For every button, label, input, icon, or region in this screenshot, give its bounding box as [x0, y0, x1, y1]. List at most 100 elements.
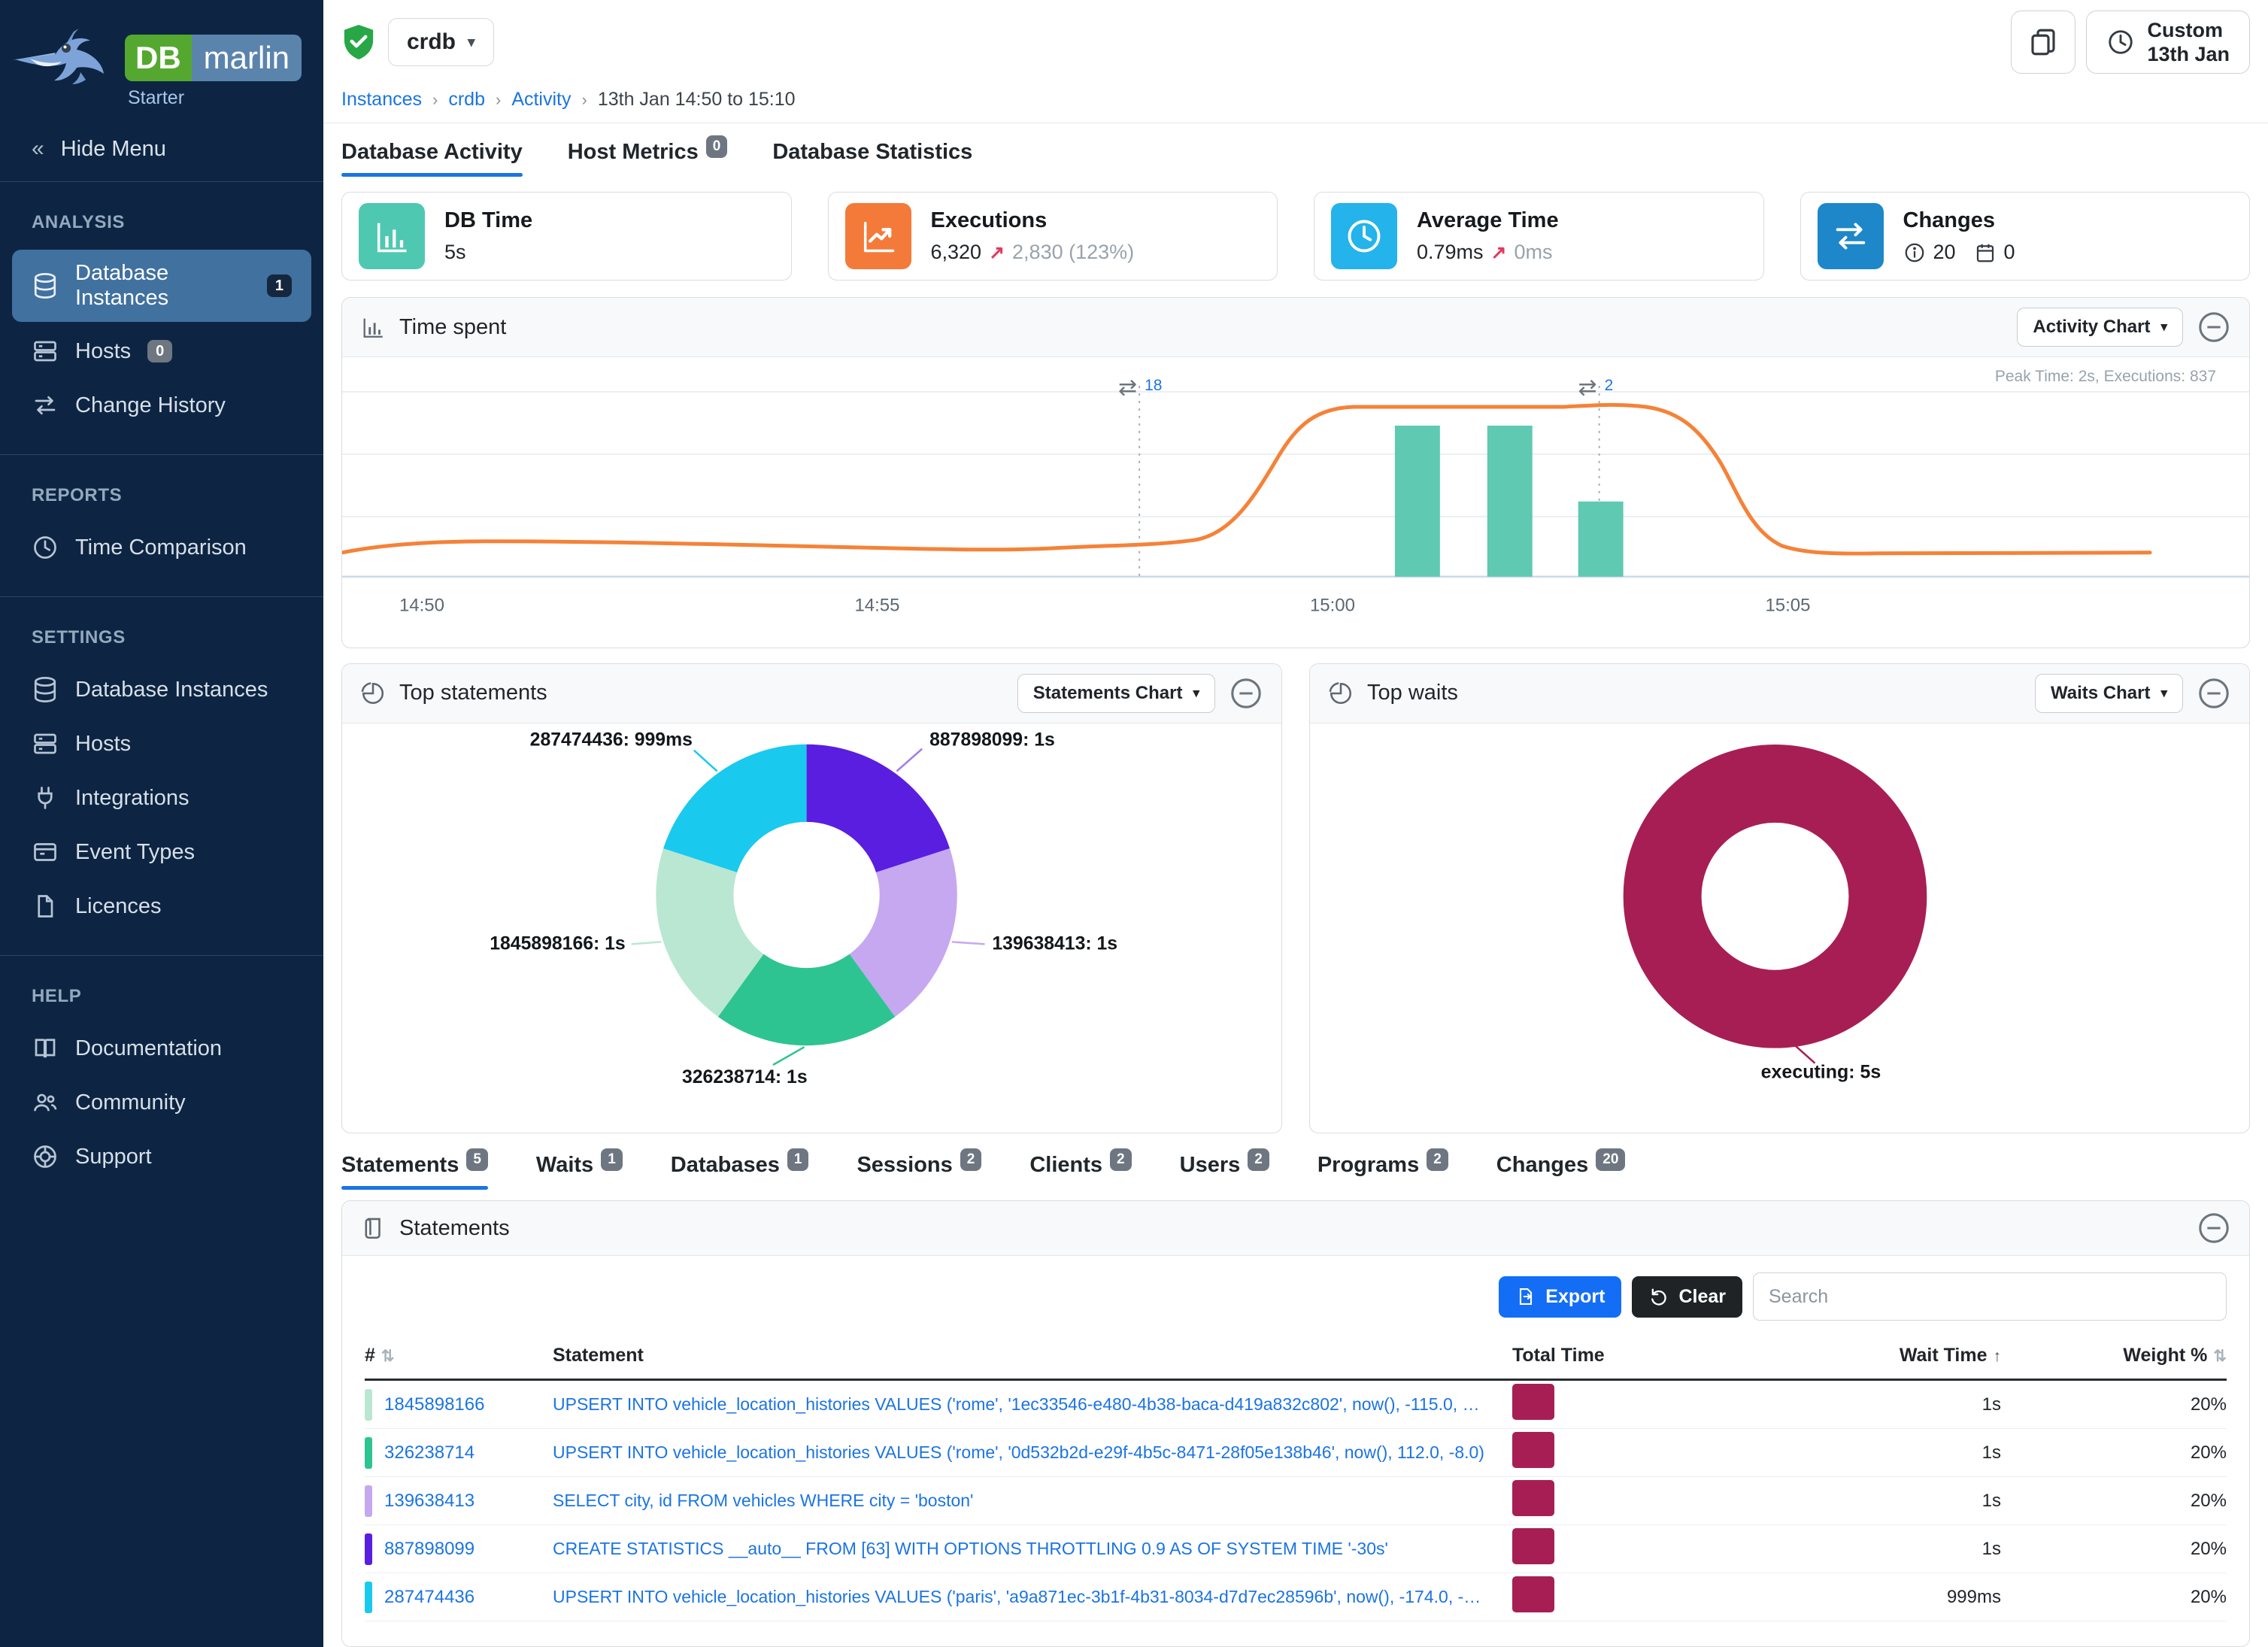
- breadcrumb-instances[interactable]: Instances: [341, 89, 422, 111]
- sidebar-item-licences[interactable]: Licences: [12, 881, 311, 931]
- statement-link[interactable]: UPSERT INTO vehicle_location_histories V…: [553, 1587, 1512, 1607]
- top-header: crdb ▾ Custom 13th Jan Instances ›: [323, 0, 2268, 123]
- col-header-weight[interactable]: Weight %⇅: [2001, 1345, 2227, 1366]
- clock-icon: [2106, 28, 2135, 56]
- people-icon: [32, 1089, 59, 1116]
- weight-value: 20%: [2001, 1394, 2227, 1415]
- tab-label: Clients: [1029, 1153, 1102, 1178]
- statement-link[interactable]: SELECT city, id FROM vehicles WHERE city…: [553, 1491, 1512, 1511]
- statement-id-link[interactable]: 1845898166: [384, 1394, 484, 1415]
- waits-chart-select[interactable]: Waits Chart ▾: [2035, 674, 2183, 713]
- wait-time-value: 999ms: [1648, 1587, 2001, 1608]
- statement-id-link[interactable]: 326238714: [384, 1442, 475, 1463]
- panel-title: Top waits: [1367, 681, 1458, 705]
- tab-label: Databases: [671, 1153, 780, 1178]
- marlin-fish-icon: [8, 18, 120, 96]
- change-marker-count[interactable]: 2: [1605, 377, 1614, 394]
- chevron-down-icon: ▾: [1193, 686, 1199, 701]
- server-icon: [32, 730, 59, 757]
- statement-id-link[interactable]: 887898099: [384, 1539, 475, 1560]
- table-row: 1845898166 UPSERT INTO vehicle_location_…: [365, 1381, 2227, 1429]
- breadcrumb-instance[interactable]: crdb: [448, 89, 485, 111]
- weight-value: 20%: [2001, 1587, 2227, 1608]
- sidebar-item-label: Community: [75, 1090, 186, 1115]
- collapse-panel-icon[interactable]: [2197, 676, 2231, 711]
- tab-changes[interactable]: Changes 20: [1496, 1153, 1626, 1190]
- tab-database-statistics[interactable]: Database Statistics: [772, 140, 972, 177]
- export-label: Export: [1545, 1286, 1605, 1308]
- sidebar-item-database-instances[interactable]: Database Instances 1: [12, 250, 311, 322]
- sidebar-item-community[interactable]: Community: [12, 1078, 311, 1127]
- tab-label: Users: [1180, 1153, 1241, 1178]
- tab-statements[interactable]: Statements 5: [341, 1153, 488, 1190]
- statements-chart-select[interactable]: Statements Chart ▾: [1017, 674, 1215, 713]
- statement-id-link[interactable]: 139638413: [384, 1491, 475, 1512]
- tab-databases[interactable]: Databases 1: [671, 1153, 809, 1190]
- hide-menu-button[interactable]: « Hide Menu: [0, 117, 323, 181]
- kpi-title: Executions: [931, 208, 1135, 233]
- activity-bar[interactable]: [1395, 426, 1440, 577]
- tab-users[interactable]: Users 2: [1180, 1153, 1269, 1190]
- statement-link[interactable]: CREATE STATISTICS __auto__ FROM [63] WIT…: [553, 1539, 1512, 1559]
- sidebar-item-documentation[interactable]: Documentation: [12, 1024, 311, 1073]
- main-tabs: Database Activity Host Metrics 0 Databas…: [323, 123, 2268, 177]
- sidebar-item-hosts[interactable]: Hosts 0: [12, 326, 311, 376]
- time-range-button[interactable]: Custom 13th Jan: [2086, 11, 2250, 74]
- sidebar-item-settings-hosts[interactable]: Hosts: [12, 719, 311, 769]
- instance-selector[interactable]: crdb ▾: [388, 18, 494, 66]
- donut-panels-row: Top statements Statements Chart ▾: [341, 663, 2250, 1134]
- calendar-icon: [1974, 241, 1997, 264]
- copy-link-button[interactable]: [2011, 11, 2075, 74]
- search-input[interactable]: [1753, 1272, 2227, 1321]
- clear-button[interactable]: Clear: [1632, 1276, 1742, 1318]
- collapse-panel-icon[interactable]: [2197, 310, 2231, 344]
- col-header-wait-time[interactable]: Wait Time↑: [1648, 1345, 2001, 1366]
- table-toolbar: Export Clear: [342, 1256, 2249, 1327]
- weight-value: 20%: [2001, 1442, 2227, 1463]
- sidebar-item-event-types[interactable]: Event Types: [12, 827, 311, 877]
- kpi-delta: 0ms: [1515, 241, 1553, 264]
- activity-bar[interactable]: [1487, 426, 1533, 577]
- donut-slice-executing[interactable]: [1663, 783, 1888, 1009]
- wait-time-value: 1s: [1648, 1442, 2001, 1463]
- statements-table: #⇅ Statement Total Time Wait Time↑ Weigh…: [365, 1331, 2227, 1647]
- section-title: HELP: [0, 963, 323, 1019]
- total-time-bar: [1512, 1480, 1554, 1516]
- statement-link[interactable]: UPSERT INTO vehicle_location_histories V…: [553, 1442, 1512, 1463]
- time-spent-chart[interactable]: Peak Time: 2s, Executions: 837: [342, 357, 2249, 648]
- breadcrumb-activity[interactable]: Activity: [511, 89, 571, 111]
- tab-sessions[interactable]: Sessions 2: [857, 1153, 981, 1190]
- activity-bar[interactable]: [1578, 502, 1624, 577]
- tab-clients[interactable]: Clients 2: [1029, 1153, 1131, 1190]
- col-header-total-time[interactable]: Total Time: [1512, 1345, 1648, 1366]
- tab-programs[interactable]: Programs 2: [1317, 1153, 1448, 1190]
- sidebar-item-integrations[interactable]: Integrations: [12, 773, 311, 823]
- tab-host-metrics[interactable]: Host Metrics 0: [568, 140, 728, 177]
- tab-waits[interactable]: Waits 1: [536, 1153, 623, 1190]
- sidebar-item-settings-database-instances[interactable]: Database Instances: [12, 665, 311, 714]
- statement-link[interactable]: UPSERT INTO vehicle_location_histories V…: [553, 1394, 1512, 1415]
- statements-donut-chart: 287474436: 999ms 887898099: 1s 184589816…: [342, 723, 1281, 1130]
- sidebar-item-support[interactable]: Support: [12, 1132, 311, 1181]
- sidebar-item-change-history[interactable]: Change History: [12, 381, 311, 430]
- change-marker-count[interactable]: 18: [1145, 377, 1162, 394]
- activity-chart-select[interactable]: Activity Chart ▾: [2017, 308, 2183, 347]
- export-button[interactable]: Export: [1499, 1276, 1621, 1318]
- panel-title: Top statements: [399, 681, 547, 705]
- tab-database-activity[interactable]: Database Activity: [341, 140, 523, 177]
- table-header-row: #⇅ Statement Total Time Wait Time↑ Weigh…: [365, 1331, 2227, 1381]
- statement-id-link[interactable]: 287474436: [384, 1587, 475, 1608]
- col-header-num[interactable]: #⇅: [365, 1345, 553, 1366]
- kpi-cards: DB Time 5s Executions 6,320 ↗ 2,830 (123…: [323, 177, 2268, 293]
- instance-name: crdb: [407, 29, 456, 55]
- sidebar-item-label: Integrations: [75, 786, 190, 811]
- color-chip: [365, 1533, 372, 1565]
- collapse-panel-icon[interactable]: [2197, 1211, 2231, 1245]
- sidebar-item-time-comparison[interactable]: Time Comparison: [12, 523, 311, 572]
- tab-label: Programs: [1317, 1153, 1419, 1178]
- collapse-panel-icon[interactable]: [1229, 676, 1263, 711]
- col-header-statement[interactable]: Statement: [553, 1345, 1512, 1366]
- top-waits-panel: Top waits Waits Chart ▾ executing: 5s: [1309, 663, 2250, 1134]
- app-root: DBmarlin Starter « Hide Menu ANALYSIS Da…: [0, 0, 2268, 1647]
- count-badge: 2: [960, 1148, 982, 1171]
